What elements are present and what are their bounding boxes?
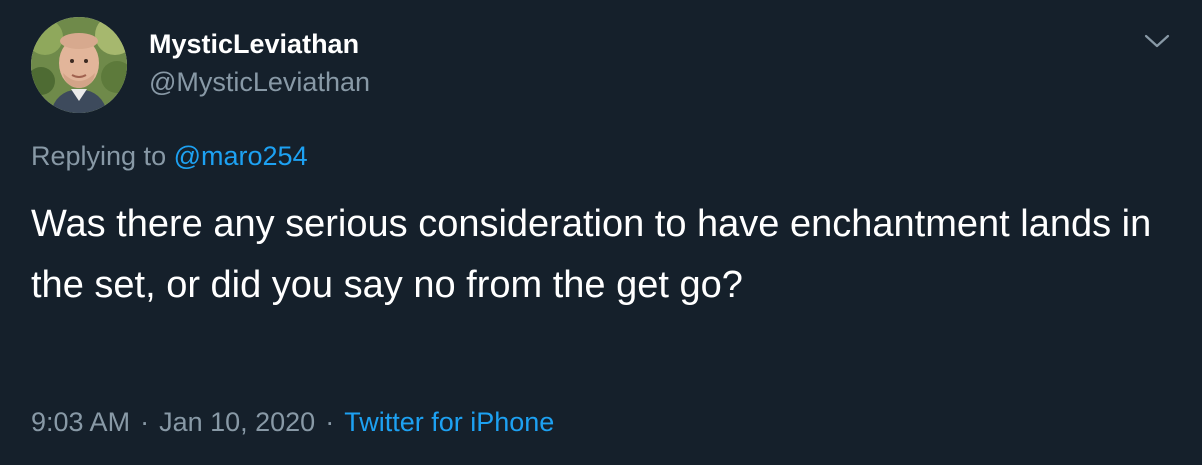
more-options-button[interactable] [1144, 28, 1170, 54]
user-handle[interactable]: @MysticLeviathan [149, 64, 370, 100]
tweet-date[interactable]: Jan 10, 2020 [159, 407, 315, 437]
user-info: MysticLeviathan @MysticLeviathan [149, 26, 370, 100]
meta-separator: · [325, 407, 335, 437]
reply-prefix: Replying to [31, 141, 167, 171]
tweet-text: Was there any serious consideration to h… [31, 203, 1152, 306]
tweet-source-link[interactable]: Twitter for iPhone [344, 407, 554, 437]
display-name[interactable]: MysticLeviathan [149, 26, 370, 62]
tweet-time[interactable]: 9:03 AM [31, 407, 130, 437]
meta-separator: · [140, 407, 150, 437]
reply-mention-link[interactable]: @maro254 [174, 141, 308, 171]
reply-context: Replying to @maro254 [31, 138, 308, 174]
avatar[interactable] [31, 17, 127, 113]
tweet-meta: 9:03 AM · Jan 10, 2020 · Twitter for iPhone [31, 404, 554, 440]
chevron-down-icon [1144, 34, 1170, 48]
avatar-photo [31, 17, 127, 113]
tweet-card: MysticLeviathan @MysticLeviathan Replyin… [0, 0, 1202, 465]
